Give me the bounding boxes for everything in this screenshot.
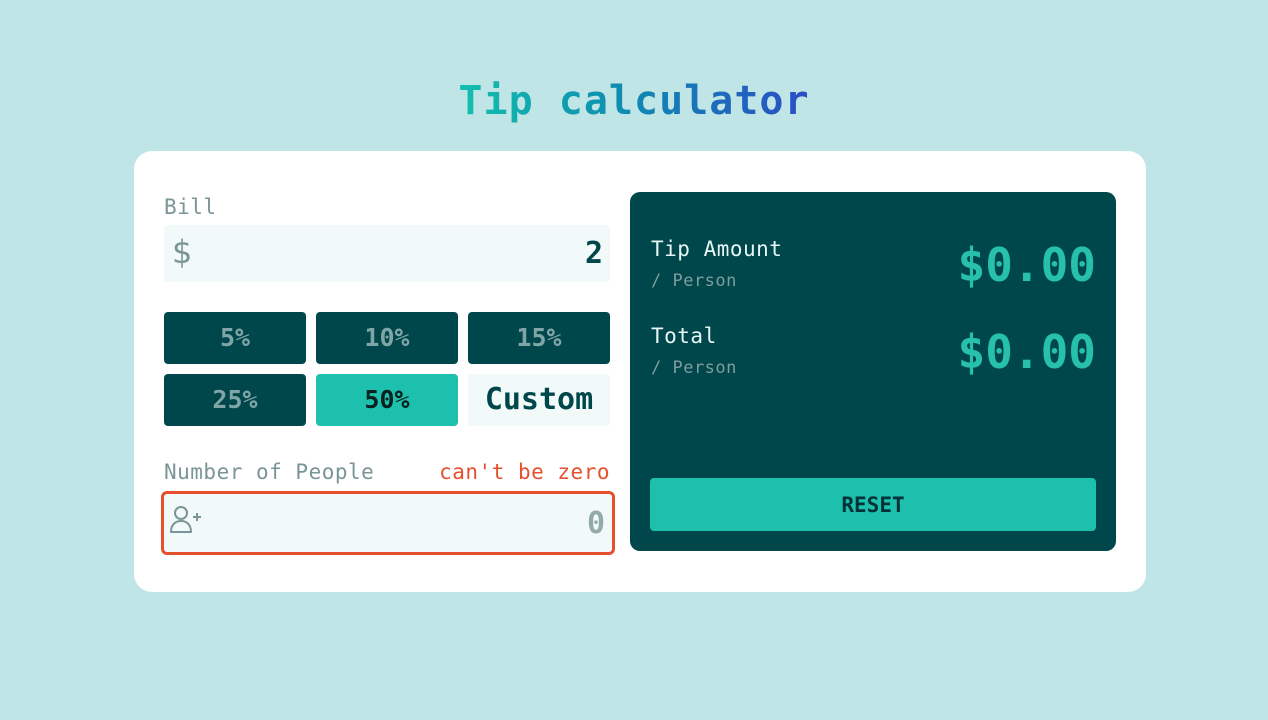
total-value: $0.00	[957, 325, 1096, 379]
people-input[interactable]: 0	[161, 491, 615, 555]
tip-button-50[interactable]: 50%	[316, 374, 458, 426]
people-error-message: can't be zero	[439, 460, 610, 484]
tip-amount-per-person-label: / Person	[651, 271, 737, 291]
bill-value[interactable]: 2	[585, 236, 603, 271]
tip-button-10[interactable]: 10%	[316, 312, 458, 364]
reset-button[interactable]: RESET	[650, 478, 1096, 531]
bill-input[interactable]: $ 2	[164, 225, 610, 282]
tip-amount-value: $0.00	[957, 238, 1096, 292]
tip-button-15[interactable]: 15%	[468, 312, 610, 364]
people-label: Number of People	[164, 460, 375, 484]
dollar-icon: $	[172, 233, 193, 271]
total-label: Total	[651, 324, 717, 348]
calculator-card: Bill $ 2 5% 10% 15% 25% 50% Custom Numbe…	[134, 151, 1146, 592]
tip-button-25[interactable]: 25%	[164, 374, 306, 426]
people-value[interactable]: 0	[587, 506, 605, 541]
tip-button-5[interactable]: 5%	[164, 312, 306, 364]
person-add-icon	[170, 506, 201, 533]
page-title: Tip calculator	[458, 78, 810, 124]
app-header: Tip calculator	[0, 78, 1268, 124]
bill-label: Bill	[164, 195, 217, 219]
total-per-person-label: / Person	[651, 358, 737, 378]
results-panel: Tip Amount / Person $0.00 Total / Person…	[630, 192, 1116, 551]
custom-tip-input[interactable]: Custom	[468, 374, 610, 426]
tip-amount-label: Tip Amount	[651, 237, 783, 261]
